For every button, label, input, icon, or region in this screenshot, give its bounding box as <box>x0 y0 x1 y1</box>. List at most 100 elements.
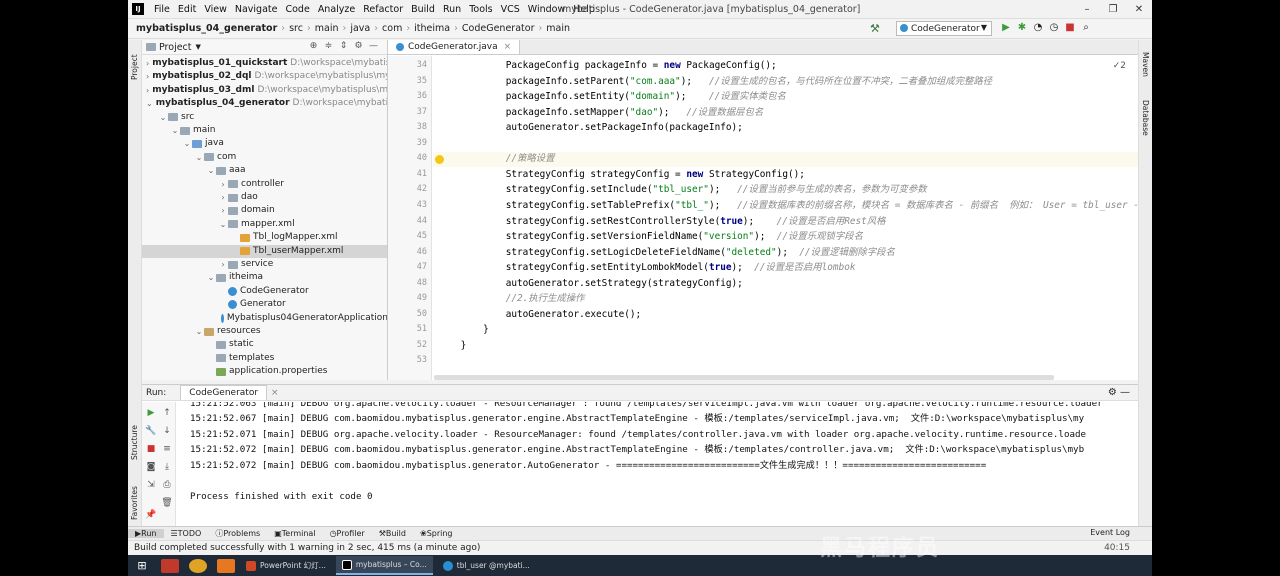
structure-stripe-button[interactable]: Structure <box>130 425 139 460</box>
tool-window-tab-run[interactable]: ▶ Run <box>128 529 164 538</box>
chevron-right-icon[interactable]: › <box>218 191 228 204</box>
chevron-down-icon[interactable]: ⌄ <box>206 164 216 177</box>
collapse-all-icon[interactable]: ≑ <box>321 41 336 51</box>
menu-item-refactor[interactable]: Refactor <box>359 4 407 15</box>
debug-icon[interactable]: ✱ <box>1014 22 1030 33</box>
project-tree-item[interactable]: CodeGenerator <box>142 285 387 298</box>
chevron-down-icon[interactable]: ▼ <box>196 43 201 51</box>
event-log-button[interactable]: Event Log <box>1090 528 1130 537</box>
tool-window-tab-spring[interactable]: ❀ Spring <box>413 529 460 538</box>
chevron-down-icon[interactable]: ⌄ <box>170 124 180 137</box>
breadcrumb-item[interactable]: main <box>315 23 339 34</box>
project-tree-item[interactable]: ⌄ java <box>142 137 387 150</box>
code-content[interactable]: PackageConfig packageInfo = new PackageC… <box>438 56 1138 380</box>
project-tree-item[interactable]: › controller <box>142 178 387 191</box>
project-tree-item[interactable]: ⌄ src <box>142 111 387 124</box>
chevron-down-icon[interactable]: ⌄ <box>194 325 204 338</box>
code-line[interactable]: packageInfo.setMapper("dao"); //设置数据层包名 <box>438 105 764 120</box>
project-tree-item[interactable]: Mybatisplus04GeneratorApplication <box>142 312 387 325</box>
menu-item-build[interactable]: Build <box>407 4 439 15</box>
taskbar-app-powerpoint[interactable]: PowerPoint 幻灯... <box>240 556 332 575</box>
arrow-up-icon[interactable]: ↑ <box>160 408 174 418</box>
code-line[interactable]: strategyConfig.setTablePrefix("tbl_"); /… <box>438 198 1138 213</box>
project-tree-item[interactable]: › mybatisplus_01_quickstart D:\workspace\m… <box>142 57 387 70</box>
chevron-down-icon[interactable]: ⌄ <box>206 271 216 284</box>
code-line[interactable]: } <box>438 322 489 337</box>
breadcrumb-item[interactable]: src <box>289 23 303 34</box>
code-line[interactable]: StrategyConfig strategyConfig = new Stra… <box>438 167 805 182</box>
tool-window-tab-terminal[interactable]: ▣ Terminal <box>267 529 322 538</box>
tool-window-tab-build[interactable]: ⚒ Build <box>372 529 413 538</box>
restore-icon[interactable]: ❐ <box>1100 0 1126 19</box>
chevron-right-icon[interactable]: › <box>218 258 228 271</box>
soft-wrap-icon[interactable]: ≡ <box>160 444 174 454</box>
menu-item-vcs[interactable]: VCS <box>497 4 524 15</box>
project-tree-item[interactable]: › dao <box>142 191 387 204</box>
menu-item-file[interactable]: File <box>150 4 174 15</box>
code-line[interactable]: packageInfo.setEntity("domain"); //设置实体类… <box>438 89 786 104</box>
breadcrumb-item[interactable]: CodeGenerator <box>462 23 535 34</box>
project-tree-item[interactable]: ⌄ itheima <box>142 271 387 284</box>
close-icon[interactable]: × <box>271 388 279 398</box>
favorites-stripe-button[interactable]: Favorites <box>130 486 139 520</box>
chevron-right-icon[interactable]: › <box>146 84 149 97</box>
locate-icon[interactable]: ⊕ <box>306 41 321 51</box>
menu-item-edit[interactable]: Edit <box>174 4 200 15</box>
app-icon[interactable] <box>161 558 179 573</box>
search-icon[interactable]: ⌕ <box>1078 22 1094 33</box>
code-line[interactable]: strategyConfig.setInclude("tbl_user"); /… <box>438 182 927 197</box>
maven-stripe-button[interactable]: Maven <box>1141 52 1150 77</box>
project-tree-item[interactable]: ⌄ main <box>142 124 387 137</box>
code-line[interactable]: //策略设置 <box>438 151 555 166</box>
gear-icon[interactable]: ⚙ <box>351 41 366 51</box>
menu-item-run[interactable]: Run <box>439 4 465 15</box>
rerun-icon[interactable]: ▶ <box>144 408 158 418</box>
chevron-right-icon[interactable]: › <box>218 178 228 191</box>
tool-window-tab-problems[interactable]: ⓘ Problems <box>208 528 267 539</box>
code-line[interactable]: autoGenerator.setPackageInfo(packageInfo… <box>438 120 743 135</box>
taskbar-app-intellij[interactable]: mybatisplus – Co... <box>335 556 433 575</box>
close-icon[interactable]: × <box>504 40 512 55</box>
taskbar-app-navicat[interactable]: tbl_user @mybati... <box>437 556 536 575</box>
project-tree-item[interactable]: Generator <box>142 298 387 311</box>
menu-item-view[interactable]: View <box>200 4 231 15</box>
breadcrumb-item[interactable]: com <box>382 23 402 34</box>
breadcrumb-item[interactable]: java <box>350 23 370 34</box>
run-configuration-select[interactable]: CodeGenerator ▼ <box>896 21 992 36</box>
expand-icon[interactable]: ⇕ <box>336 41 351 51</box>
project-tree-item[interactable]: ⌄ com <box>142 151 387 164</box>
hide-icon[interactable]: — <box>366 41 381 51</box>
project-tree-item[interactable]: ⌄ resources <box>142 325 387 338</box>
breadcrumb-item[interactable]: main <box>546 23 570 34</box>
camera-icon[interactable]: ◙ <box>144 462 158 472</box>
code-line[interactable]: autoGenerator.setStrategy(strategyConfig… <box>438 276 743 291</box>
stop-icon[interactable]: ■ <box>1062 22 1078 33</box>
project-tree-item[interactable]: Tbl_logMapper.xml <box>142 231 387 244</box>
windows-start-icon[interactable]: ⊞ <box>133 559 151 573</box>
project-tree-item[interactable]: › mybatisplus_02_dql D:\workspace\mybatisp… <box>142 70 387 83</box>
code-line[interactable]: strategyConfig.setEntityLombokModel(true… <box>438 260 856 275</box>
menu-item-analyze[interactable]: Analyze <box>314 4 359 15</box>
console-output[interactable]: 15:21:52.063 [main] DEBUG org.apache.vel… <box>190 402 1138 527</box>
breadcrumb-item[interactable]: mybatisplus_04_generator <box>136 23 277 34</box>
project-tree-item[interactable]: Tbl_userMapper.xml <box>142 244 387 258</box>
caret-position[interactable]: 40:15 <box>1104 541 1130 556</box>
project-tree-item[interactable]: application.properties <box>142 365 387 378</box>
project-tree-item[interactable]: static <box>142 338 387 351</box>
chrome-icon[interactable] <box>189 558 207 573</box>
project-tree-item[interactable]: › service <box>142 258 387 271</box>
project-tree-item[interactable]: ⌄ mybatisplus_04_generator D:\workspace\my… <box>142 97 387 110</box>
print-icon[interactable]: ⎙ <box>160 480 174 490</box>
project-tree-item[interactable]: ⌄ aaa <box>142 164 387 177</box>
close-icon[interactable]: ✕ <box>1126 0 1152 19</box>
chevron-down-icon[interactable]: ⌄ <box>218 218 228 231</box>
wrench-icon[interactable]: 🔧 <box>144 426 158 436</box>
chevron-down-icon[interactable]: ⌄ <box>194 151 204 164</box>
code-line[interactable]: strategyConfig.setRestControllerStyle(tr… <box>438 214 886 229</box>
chevron-down-icon[interactable]: ⌄ <box>158 111 168 124</box>
restore-layout-icon[interactable]: ⇲ <box>144 480 158 490</box>
tool-window-tab-profiler[interactable]: ◷ Profiler <box>323 529 372 538</box>
run-tab[interactable]: CodeGenerator <box>180 385 268 400</box>
code-line[interactable]: //2.执行生成操作 <box>438 291 585 306</box>
menu-item-code[interactable]: Code <box>281 4 313 15</box>
